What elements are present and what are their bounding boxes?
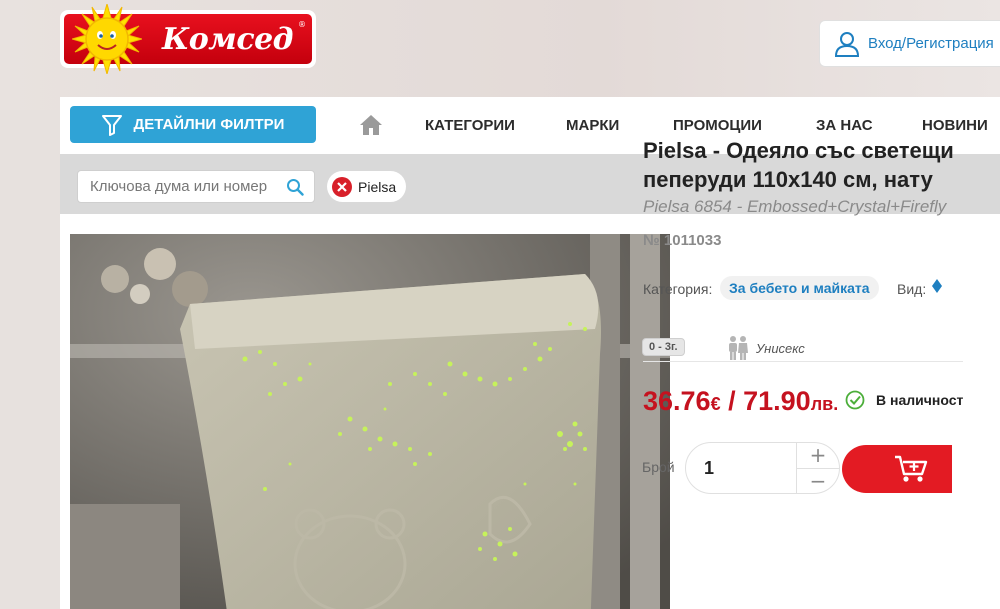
logo-text: Комсед [162,22,294,57]
quantity-stepper: + − [685,442,840,494]
category-link[interactable]: За бебето и майката [720,276,879,300]
currency-eur: € [710,394,721,414]
search-box [77,170,315,203]
product-title: Pielsa - Одеяло със светещи пеперуди 110… [643,136,1000,194]
product-price: 36.76€ / 71.90лв. [643,386,838,417]
search-input[interactable] [90,178,286,195]
filter-chip-pielsa[interactable]: Pielsa [327,171,407,202]
nav-item-brands[interactable]: МАРКИ [566,117,619,134]
product-subtitle: Pielsa 6854 - Embossed+Crystal+Firefly [643,197,947,216]
home-icon[interactable] [359,114,383,136]
quantity-label: Брой [642,459,675,475]
currency-bgn: лв. [810,394,839,414]
nav-item-about[interactable]: ЗА НАС [816,117,873,134]
login-register-button[interactable]: Вход/Регистрация [819,20,1000,67]
quantity-input[interactable] [686,443,796,493]
nav-item-news[interactable]: НОВИНИ [922,117,988,134]
type-label: Вид: [897,281,927,297]
close-icon[interactable] [332,176,352,197]
price-separator: / [720,386,744,416]
logo-registered-mark: ® [298,20,306,29]
site-logo[interactable]: Комсед ® [60,4,316,74]
gender-label: Унисекс [756,341,805,356]
price-eur: 36.76 [643,386,711,416]
filter-icon [101,114,122,136]
check-icon [845,390,865,410]
search-icon[interactable] [286,178,304,196]
product-title-line-2: пеперуди 110х140 см, нату [643,167,933,192]
nav-item-categories[interactable]: КАТЕГОРИИ [425,117,515,134]
stock-status: В наличност [876,392,964,408]
price-bgn: 71.90 [743,386,811,416]
product-sku: № 1011033 [643,232,722,249]
quantity-decrease-button[interactable]: − [797,469,839,494]
filter-label: ДЕТАЙЛНИ ФИЛТРИ [133,116,285,133]
cart-icon [895,455,928,482]
filter-chip-label: Pielsa [358,178,397,195]
age-badge: 0 - 3г. [642,338,685,356]
unisex-icon [729,336,748,360]
quantity-increase-button[interactable]: + [797,443,839,469]
login-label: Вход/Регистрация [868,35,994,52]
user-icon [834,31,860,57]
category-label: Категория: [643,281,713,297]
product-photo [70,234,670,609]
sun-logo-icon [72,4,142,74]
product-title-line-1: Pielsa - Одеяло със светещи [643,138,954,163]
divider [643,361,963,362]
add-to-cart-button[interactable] [842,445,952,493]
type-icon[interactable] [931,278,943,294]
nav-item-promotions[interactable]: ПРОМОЦИИ [673,117,762,134]
detailed-filters-button[interactable]: ДЕТАЙЛНИ ФИЛТРИ [70,106,316,143]
product-image[interactable] [70,234,670,609]
